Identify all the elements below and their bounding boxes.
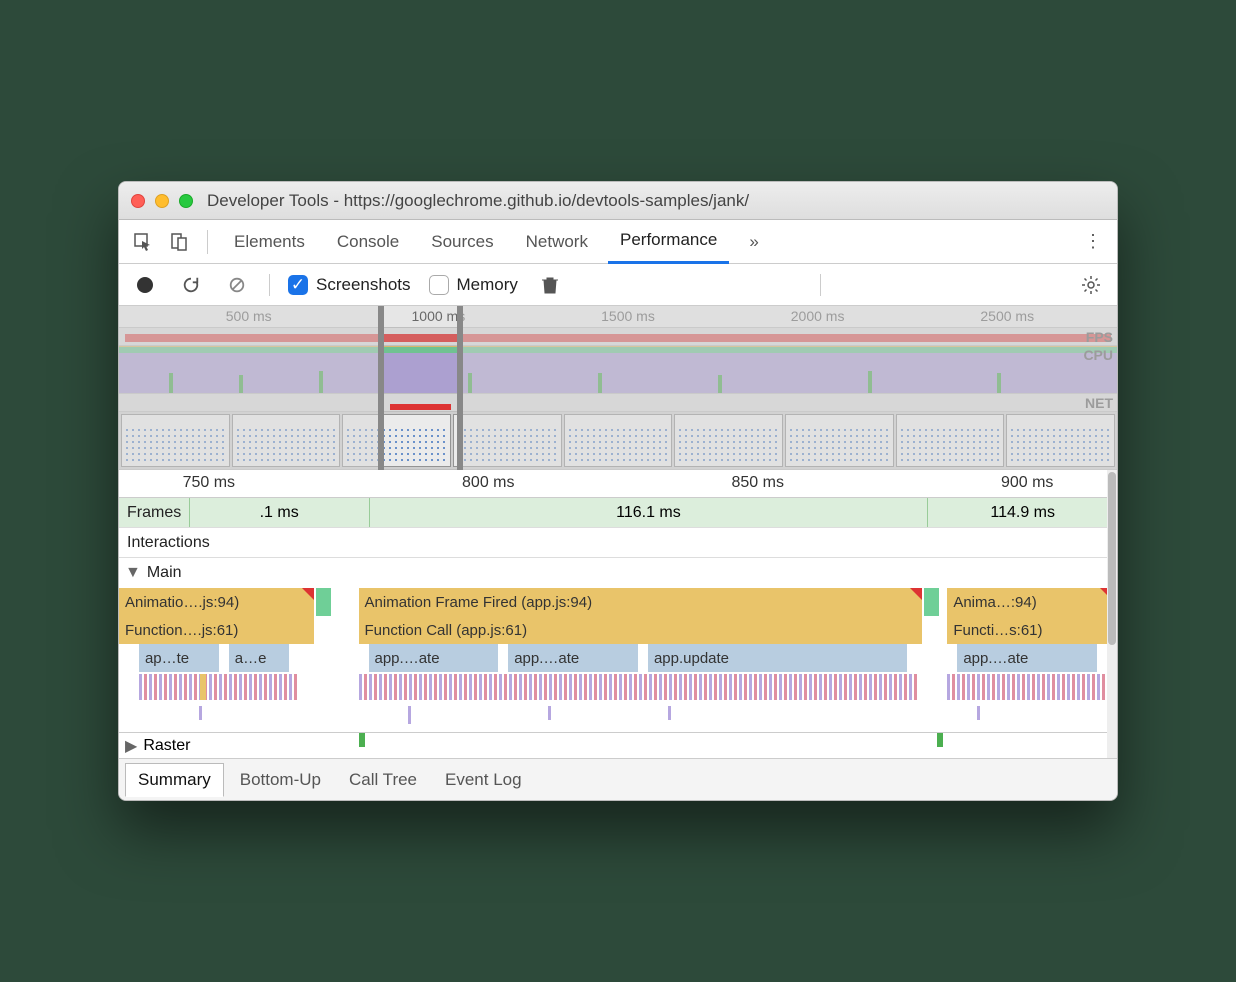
detail-ruler[interactable]: 750 ms 800 ms 850 ms 900 ms (119, 470, 1117, 498)
event-animation-frame[interactable]: Animatio….js:94) (119, 588, 314, 616)
event-animation-frame[interactable]: Anima…:94) (947, 588, 1112, 616)
clear-button[interactable] (223, 271, 251, 299)
raster-label: Raster (143, 737, 190, 755)
event-stripes[interactable] (359, 674, 918, 700)
overview-mask-right[interactable] (463, 306, 1117, 470)
minimize-icon[interactable] (155, 194, 169, 208)
checkbox-on-icon: ✓ (288, 275, 308, 295)
tab-bottom-up[interactable]: Bottom-Up (228, 764, 333, 796)
ruler-tick: 750 ms (183, 474, 235, 492)
overview-mask-left[interactable] (119, 306, 378, 470)
frame-segment[interactable]: 116.1 ms (369, 498, 928, 527)
overview-selection-handle[interactable] (378, 306, 463, 470)
event-stripes[interactable] (947, 674, 1107, 700)
frames-track[interactable]: Frames .1 ms 116.1 ms 114.9 ms (119, 498, 1117, 528)
titlebar[interactable]: Developer Tools - https://googlechrome.g… (119, 182, 1117, 220)
screenshots-label: Screenshots (316, 275, 411, 295)
disclosure-triangle-right-icon[interactable]: ▶ (125, 736, 137, 756)
memory-checkbox[interactable]: Memory (429, 275, 518, 295)
checkbox-off-icon (429, 275, 449, 295)
event-app-update[interactable]: app.…ate (508, 644, 638, 672)
reload-record-button[interactable] (177, 271, 205, 299)
tab-call-tree[interactable]: Call Tree (337, 764, 429, 796)
kebab-menu-icon[interactable]: ⋮ (1079, 228, 1107, 256)
event-function-call[interactable]: Functi…s:61) (947, 616, 1112, 644)
ruler-tick: 850 ms (731, 474, 783, 492)
delete-button[interactable] (536, 271, 564, 299)
ruler-tick: 800 ms (462, 474, 514, 492)
main-track-header[interactable]: ▼ Main (119, 558, 1117, 588)
more-tabs-icon[interactable]: » (737, 220, 770, 264)
interactions-label: Interactions (119, 534, 210, 552)
event-green[interactable] (924, 588, 939, 616)
maximize-icon[interactable] (179, 194, 193, 208)
event-app-update[interactable]: ap…te (139, 644, 219, 672)
record-button[interactable] (131, 271, 159, 299)
event-app-update[interactable]: app.…ate (369, 644, 499, 672)
settings-icon[interactable] (1077, 271, 1105, 299)
tab-event-log[interactable]: Event Log (433, 764, 534, 796)
raster-track-header[interactable]: ▶ Raster (119, 732, 1117, 758)
event-app-update[interactable]: app.update (648, 644, 907, 672)
main-label: Main (147, 564, 182, 582)
overview-pane[interactable]: 500 ms 1000 ms 1500 ms 2000 ms 2500 ms F… (119, 306, 1117, 470)
details-tabbar: Summary Bottom-Up Call Tree Event Log (119, 758, 1117, 800)
inspect-element-icon[interactable] (129, 228, 157, 256)
tab-sources[interactable]: Sources (419, 220, 505, 264)
window-title: Developer Tools - https://googlechrome.g… (207, 191, 749, 211)
frame-segment[interactable]: .1 ms (189, 498, 369, 527)
traffic-lights (131, 194, 193, 208)
flamechart-pane[interactable]: 750 ms 800 ms 850 ms 900 ms Frames .1 ms… (119, 470, 1117, 758)
device-toolbar-icon[interactable] (165, 228, 193, 256)
tab-performance[interactable]: Performance (608, 220, 729, 264)
screenshots-checkbox[interactable]: ✓ Screenshots (288, 275, 411, 295)
event-app-update[interactable]: app.…ate (957, 644, 1097, 672)
tab-network[interactable]: Network (514, 220, 600, 264)
event-animation-frame[interactable]: Animation Frame Fired (app.js:94) (359, 588, 923, 616)
close-icon[interactable] (131, 194, 145, 208)
event-function-call[interactable]: Function….js:61) (119, 616, 314, 644)
ruler-tick: 900 ms (1001, 474, 1053, 492)
tab-elements[interactable]: Elements (222, 220, 317, 264)
event-green[interactable] (316, 588, 331, 616)
disclosure-triangle-down-icon[interactable]: ▼ (125, 564, 141, 582)
vertical-scrollbar[interactable] (1107, 470, 1117, 758)
main-flamechart[interactable]: Animatio….js:94) Animation Frame Fired (… (119, 588, 1117, 758)
tab-console[interactable]: Console (325, 220, 411, 264)
event-function-call[interactable]: Function Call (app.js:61) (359, 616, 923, 644)
frames-label: Frames (119, 504, 181, 522)
memory-label: Memory (457, 275, 518, 295)
event-app-update[interactable]: a…e (229, 644, 289, 672)
performance-toolbar: ✓ Screenshots Memory (119, 264, 1117, 306)
interactions-track[interactable]: Interactions (119, 528, 1117, 558)
panel-tabbar: Elements Console Sources Network Perform… (119, 220, 1117, 264)
event-stripes[interactable] (139, 674, 299, 700)
tab-summary[interactable]: Summary (125, 763, 224, 797)
devtools-window: Developer Tools - https://googlechrome.g… (118, 181, 1118, 801)
frame-segment[interactable]: 114.9 ms (927, 498, 1117, 527)
